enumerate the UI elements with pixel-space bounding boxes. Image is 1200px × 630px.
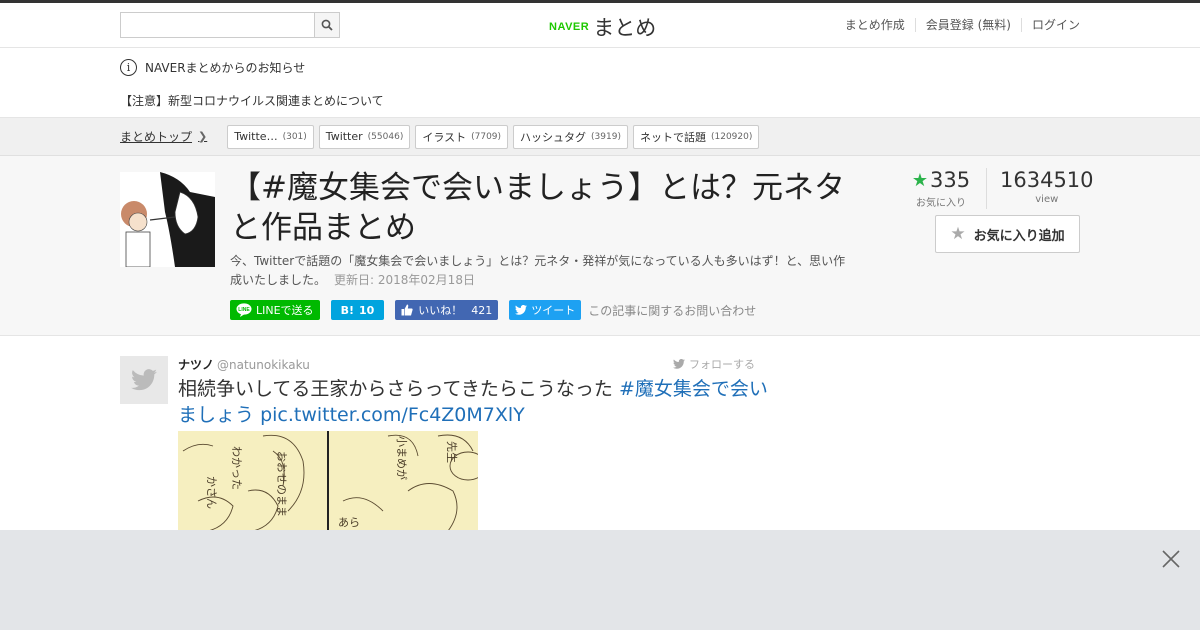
search-input[interactable]	[121, 13, 314, 37]
views-label: view	[1035, 194, 1059, 205]
hatena-count: 10	[358, 303, 375, 317]
tag-count: (301)	[282, 131, 307, 142]
chevron-right-icon: ❯	[198, 130, 208, 143]
thumbnail-illustration	[120, 172, 215, 267]
notice-heading-text: NAVERまとめからのお知らせ	[145, 61, 306, 75]
facebook-like-label: いいね！	[418, 304, 463, 317]
favorites-stat: ★ 335 お気に入り	[911, 168, 971, 209]
svg-text:おおせのまま: おおせのまま	[275, 451, 288, 517]
line-share-label: LINEで送る	[256, 304, 314, 317]
breadcrumb: まとめトップ ❯ Twitte… (301) Twitter (55046) イラスト…	[0, 118, 1200, 156]
search-icon	[321, 19, 333, 31]
info-icon: i	[120, 59, 137, 76]
logo-brand: NAVER	[549, 21, 590, 33]
nav-login[interactable]: ログイン	[1020, 18, 1080, 32]
tweet-label: ツイート	[531, 304, 576, 317]
svg-text:あら: あら	[338, 516, 360, 529]
header-nav: まとめ作成 会員登録 (無料) ログイン	[835, 18, 1080, 32]
site-header: NAVER まとめ まとめ作成 会員登録 (無料) ログイン	[0, 3, 1200, 48]
add-favorite-button[interactable]: ★ お気に入り追加	[935, 215, 1080, 253]
description-text: 今、Twitterで話題の「魔女集会で会いましょう」とは？元ネタ・発祥が気になっ…	[230, 254, 846, 287]
svg-text:小まめが: 小まめが	[395, 436, 409, 480]
share-buttons: LINE LINEで送る B! 10 いいね！ 421 ツイート この記事に関する…	[230, 300, 756, 320]
tweet-author-name: ナツノ	[178, 358, 215, 372]
tag-count: (120920)	[710, 131, 753, 142]
tweet-author-handle: @natunokikaku	[217, 358, 310, 372]
bottom-ad-overlay	[0, 530, 1200, 630]
tag-label: Twitter	[325, 130, 363, 143]
tweet-text: 相続争いしてる王家からさらってきたらこうなった #魔女集会で会いましょう pic…	[178, 376, 768, 428]
star-icon: ★	[911, 169, 929, 191]
tweet-author[interactable]: ナツノ @natunokikaku	[178, 356, 310, 373]
twitter-bird-icon	[131, 369, 157, 391]
follow-button[interactable]: フォローする	[673, 356, 755, 372]
tag-chip[interactable]: Twitter (55046)	[318, 124, 411, 149]
views-stat: 1634510 view	[986, 168, 1094, 209]
svg-text:わかった: わかった	[230, 446, 243, 490]
nav-create-matome[interactable]: まとめ作成	[835, 18, 915, 32]
tweet-body: 相続争いしてる王家からさらってきたらこうなった	[178, 378, 619, 400]
line-icon: LINE	[236, 303, 252, 317]
search-button[interactable]	[314, 13, 339, 37]
close-button[interactable]	[1160, 548, 1182, 570]
tag-chip[interactable]: Twitte… (301)	[227, 124, 314, 149]
article-header: 【#魔女集会で会いましょう】とは？元ネタと作品まとめ 今、Twitterで話題の…	[0, 156, 1200, 336]
tag-label: ハッシュタグ	[520, 130, 587, 144]
hatena-bookmark-button[interactable]: B! 10	[330, 300, 385, 320]
add-favorite-label: お気に入り追加	[973, 228, 1065, 244]
notice-heading: i NAVERまとめからのお知らせ	[120, 59, 305, 76]
line-share-button[interactable]: LINE LINEで送る	[230, 300, 320, 320]
logo-name: まとめ	[593, 16, 657, 40]
article-title: 【#魔女集会で会いましょう】とは？元ネタと作品まとめ	[230, 170, 845, 246]
updated-date: 更新日: 2018年02月18日	[334, 273, 475, 287]
breadcrumb-top-link[interactable]: まとめトップ ❯	[120, 128, 207, 145]
article-thumbnail[interactable]	[120, 172, 215, 267]
breadcrumb-top-label: まとめトップ	[120, 130, 193, 144]
twitter-bird-icon	[515, 305, 528, 315]
tag-count: (3919)	[591, 131, 621, 142]
tag-count: (55046)	[367, 131, 404, 142]
tag-chip[interactable]: イラスト (7709)	[415, 124, 509, 149]
tweet-button[interactable]: ツイート	[509, 300, 582, 320]
notice-section: i NAVERまとめからのお知らせ 【注意】新型コロナウイルス関連まとめについて	[0, 48, 1200, 118]
twitter-bird-icon	[673, 359, 685, 369]
hatena-icon: B!	[340, 303, 354, 317]
close-icon	[1162, 550, 1180, 568]
tweet-pic-link[interactable]: pic.twitter.com/Fc4Z0M7XlY	[260, 404, 525, 426]
facebook-like-count: 421	[471, 303, 493, 317]
article-inquiry-link[interactable]: この記事に関するお問い合わせ	[588, 302, 756, 319]
tweet-image[interactable]: おおせのまま わかった かさん 先生 小まめが あら	[178, 431, 478, 536]
thumbs-up-icon	[401, 304, 413, 316]
tag-label: Twitte…	[234, 130, 278, 143]
facebook-like-button[interactable]: いいね！ 421	[395, 300, 499, 320]
views-count: 1634510	[1000, 168, 1094, 192]
tag-label: イラスト	[422, 130, 467, 144]
svg-text:先生: 先生	[445, 441, 459, 463]
svg-text:LINE: LINE	[238, 307, 250, 313]
follow-label: フォローする	[689, 358, 755, 371]
tag-label: ネットで話題	[639, 130, 706, 144]
favorites-label: お気に入り	[916, 198, 966, 209]
svg-text:かさん: かさん	[205, 476, 218, 509]
notice-item-link[interactable]: 【注意】新型コロナウイルス関連まとめについて	[120, 92, 384, 109]
manga-illustration: おおせのまま わかった かさん 先生 小まめが あら	[178, 431, 478, 536]
article-stats: ★ 335 お気に入り 1634510 view	[911, 168, 1094, 209]
search-box	[120, 12, 340, 38]
nav-register[interactable]: 会員登録 (無料)	[914, 18, 1021, 32]
article-description: 今、Twitterで話題の「魔女集会で会いましょう」とは？元ネタ・発祥が気になっ…	[230, 252, 850, 290]
site-logo[interactable]: NAVER まとめ	[549, 12, 656, 42]
star-outline-icon: ★	[950, 224, 966, 244]
avatar[interactable]	[120, 356, 168, 404]
tag-chip[interactable]: ハッシュタグ (3919)	[513, 124, 628, 149]
tag-chip[interactable]: ネットで話題 (120920)	[632, 124, 760, 149]
tag-count: (7709)	[471, 131, 502, 142]
favorites-count: 335	[930, 168, 971, 192]
